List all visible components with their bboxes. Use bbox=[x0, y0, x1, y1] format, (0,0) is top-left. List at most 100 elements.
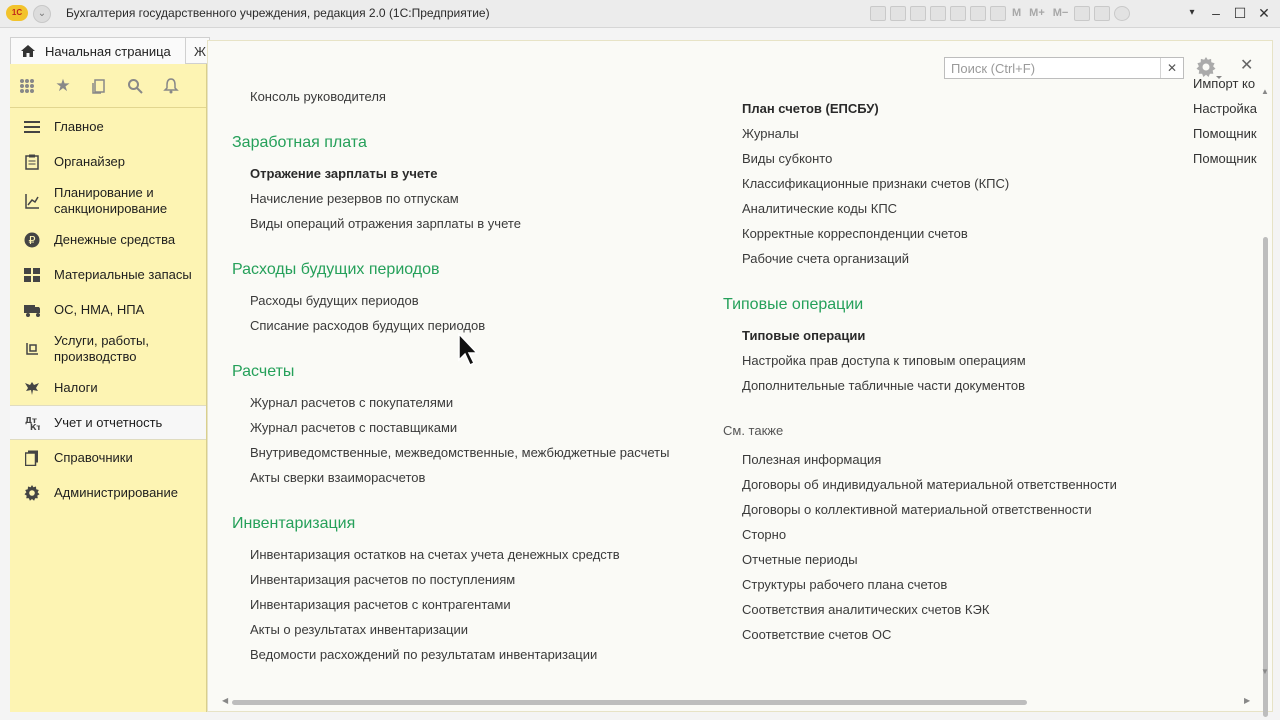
search-icon[interactable] bbox=[126, 77, 144, 95]
link-inventory-results-acts[interactable]: Акты о результатах инвентаризации bbox=[250, 622, 468, 637]
link-import[interactable]: Импорт ко bbox=[1193, 76, 1255, 91]
app-logo[interactable]: 1С bbox=[6, 5, 28, 21]
panel-icon[interactable] bbox=[1094, 6, 1111, 21]
info-icon[interactable] bbox=[1114, 6, 1131, 21]
history-icon[interactable] bbox=[90, 77, 108, 95]
calc-icon[interactable] bbox=[970, 6, 986, 21]
link-settings[interactable]: Настройка bbox=[1193, 101, 1257, 116]
link-interdepartmental-settlements[interactable]: Внутриведомственные, межведомственные, м… bbox=[250, 445, 670, 460]
link-additional-table-parts[interactable]: Дополнительные табличные части документо… bbox=[742, 378, 1025, 393]
sidebar-item-label: Материальные запасы bbox=[54, 266, 192, 282]
memory-minus-button[interactable]: M− bbox=[1051, 6, 1071, 21]
zoom-icon[interactable] bbox=[1074, 6, 1091, 21]
scroll-down-icon[interactable]: ▼ bbox=[1261, 667, 1269, 676]
memory-plus-button[interactable]: M+ bbox=[1027, 6, 1047, 21]
link-useful-info[interactable]: Полезная информация bbox=[742, 452, 881, 467]
scroll-right-icon[interactable]: ▶ bbox=[1244, 696, 1250, 705]
vertical-scroll-thumb[interactable] bbox=[1263, 237, 1268, 717]
link-storno[interactable]: Сторно bbox=[742, 527, 786, 542]
link-cash-inventory[interactable]: Инвентаризация остатков на счетах учета … bbox=[250, 547, 620, 562]
scroll-left-icon[interactable]: ◀ bbox=[222, 696, 228, 705]
close-window-button[interactable]: ✕ bbox=[1256, 3, 1272, 23]
sidebar-item-services[interactable]: Услуги, работы, производство bbox=[10, 327, 206, 370]
link-individual-liability[interactable]: Договоры об индивидуальной материальной … bbox=[742, 477, 1117, 492]
link-collective-liability[interactable]: Договоры о коллективной материальной отв… bbox=[742, 502, 1092, 517]
link-receipts-inventory[interactable]: Инвентаризация расчетов по поступлениям bbox=[250, 572, 515, 587]
link-kps-codes[interactable]: Аналитические коды КПС bbox=[742, 201, 897, 216]
sidebar-item-fixed-assets[interactable]: ОС, НМА, НПА bbox=[10, 292, 206, 327]
window-title: Бухгалтерия государственного учреждения,… bbox=[66, 6, 490, 20]
link-correct-correspondences[interactable]: Корректные корреспонденции счетов bbox=[742, 226, 968, 241]
link-kps[interactable]: Классификационные признаки счетов (КПС) bbox=[742, 176, 1009, 191]
calendar-icon[interactable] bbox=[950, 6, 966, 21]
tab-home[interactable]: Начальная страница bbox=[10, 37, 186, 64]
sidebar-item-cash[interactable]: ₽ Денежные средства bbox=[10, 222, 206, 257]
sidebar-item-catalogs[interactable]: Справочники bbox=[10, 440, 206, 475]
functions-panel: ✕ ✕ Консоль руководителя Заработная плат… bbox=[207, 40, 1273, 717]
link-assistant-2[interactable]: Помощник bbox=[1193, 151, 1257, 166]
horizontal-scrollbar[interactable]: ◀ ▶ bbox=[222, 696, 1252, 707]
sidebar-item-administration[interactable]: Администрирование bbox=[10, 475, 206, 510]
link-subconto-types[interactable]: Виды субконто bbox=[742, 151, 832, 166]
sidebar-item-accounting[interactable]: Дт Кт Учет и отчетность bbox=[10, 405, 206, 440]
link-os-accounts[interactable]: Соответствие счетов ОС bbox=[742, 627, 891, 642]
link-discrepancy-statements[interactable]: Ведомости расхождений по результатам инв… bbox=[250, 647, 597, 662]
chevron-down-icon[interactable]: ▾ bbox=[1184, 3, 1200, 23]
link-salary-operation-types[interactable]: Виды операций отражения зарплаты в учете bbox=[250, 216, 521, 231]
minimize-button[interactable]: – bbox=[1208, 3, 1224, 23]
group-title-settlements: Расчеты bbox=[232, 363, 295, 380]
tab-home-label: Начальная страница bbox=[45, 44, 171, 59]
main-menu-button[interactable]: ⌄ bbox=[33, 5, 51, 23]
link-salary-reflection[interactable]: Отражение зарплаты в учете bbox=[250, 166, 438, 181]
link-typical-operations[interactable]: Типовые операции bbox=[742, 328, 865, 343]
sidebar-item-taxes[interactable]: Налоги bbox=[10, 370, 206, 405]
memory-m-button[interactable]: M bbox=[1010, 6, 1023, 21]
svg-text:Кт: Кт bbox=[30, 423, 40, 431]
link-counterparty-inventory[interactable]: Инвентаризация расчетов с контрагентами bbox=[250, 597, 511, 612]
link-vacation-reserves[interactable]: Начисление резервов по отпускам bbox=[250, 191, 459, 206]
gear-icon bbox=[24, 484, 40, 501]
link-chart-of-accounts[interactable]: План счетов (ЕПСБУ) bbox=[742, 101, 879, 116]
clear-search-icon[interactable]: ✕ bbox=[1160, 58, 1183, 78]
link-journals[interactable]: Журналы bbox=[742, 126, 799, 141]
search-field[interactable]: ✕ bbox=[944, 57, 1184, 79]
bell-icon[interactable] bbox=[162, 77, 180, 95]
link-assistant-1[interactable]: Помощник bbox=[1193, 126, 1257, 141]
horizontal-scroll-thumb[interactable] bbox=[232, 700, 1027, 705]
sidebar-item-label: ОС, НМА, НПА bbox=[54, 301, 145, 317]
sidebar-item-organizer[interactable]: Органайзер bbox=[10, 144, 206, 179]
ruble-icon: ₽ bbox=[24, 232, 40, 248]
sidebar-item-main[interactable]: Главное bbox=[10, 109, 206, 144]
preview-icon[interactable] bbox=[910, 6, 926, 21]
planning-icon bbox=[24, 193, 40, 209]
link-kek-correspondence[interactable]: Соответствия аналитических счетов КЭК bbox=[742, 602, 989, 617]
table-icon[interactable] bbox=[870, 6, 886, 21]
link-deferred-writeoff[interactable]: Списание расходов будущих периодов bbox=[250, 318, 485, 333]
star-icon[interactable]: ★ bbox=[54, 76, 72, 95]
scroll-up-icon[interactable]: ▲ bbox=[1261, 87, 1269, 96]
link-working-accounts[interactable]: Рабочие счета организаций bbox=[742, 251, 909, 266]
link-reconciliation-acts[interactable]: Акты сверки взаиморасчетов bbox=[250, 470, 425, 485]
link-reporting-periods[interactable]: Отчетные периоды bbox=[742, 552, 858, 567]
link-deferred-expenses[interactable]: Расходы будущих периодов bbox=[250, 293, 419, 308]
upload-icon[interactable] bbox=[930, 6, 946, 21]
sidebar-item-label: Планирование и санкционирование bbox=[54, 184, 168, 216]
document-icon[interactable] bbox=[990, 6, 1006, 21]
sidebar-item-label: Справочники bbox=[54, 449, 133, 465]
link-supplier-settlements[interactable]: Журнал расчетов с поставщиками bbox=[250, 420, 457, 435]
title-toolbar: M M+ M− bbox=[870, 5, 1131, 22]
link-typical-access-rights[interactable]: Настройка прав доступа к типовым операци… bbox=[742, 353, 1026, 368]
vertical-scrollbar[interactable]: ▲ ▼ bbox=[1260, 87, 1270, 717]
search-input[interactable] bbox=[945, 58, 1167, 78]
apps-grid-icon[interactable] bbox=[18, 77, 36, 95]
sidebar-item-planning[interactable]: Планирование и санкционирование bbox=[10, 179, 206, 222]
maximize-button[interactable]: ☐ bbox=[1232, 3, 1248, 23]
menu-lines-icon bbox=[24, 119, 40, 135]
link-manager-console[interactable]: Консоль руководителя bbox=[250, 89, 386, 104]
sidebar-item-label: Учет и отчетность bbox=[54, 414, 163, 430]
sidebar-item-inventory[interactable]: Материальные запасы bbox=[10, 257, 206, 292]
link-customer-settlements[interactable]: Журнал расчетов с покупателями bbox=[250, 395, 453, 410]
clipboard-icon bbox=[24, 154, 40, 170]
print-icon[interactable] bbox=[890, 6, 906, 21]
link-plan-structures[interactable]: Структуры рабочего плана счетов bbox=[742, 577, 947, 592]
